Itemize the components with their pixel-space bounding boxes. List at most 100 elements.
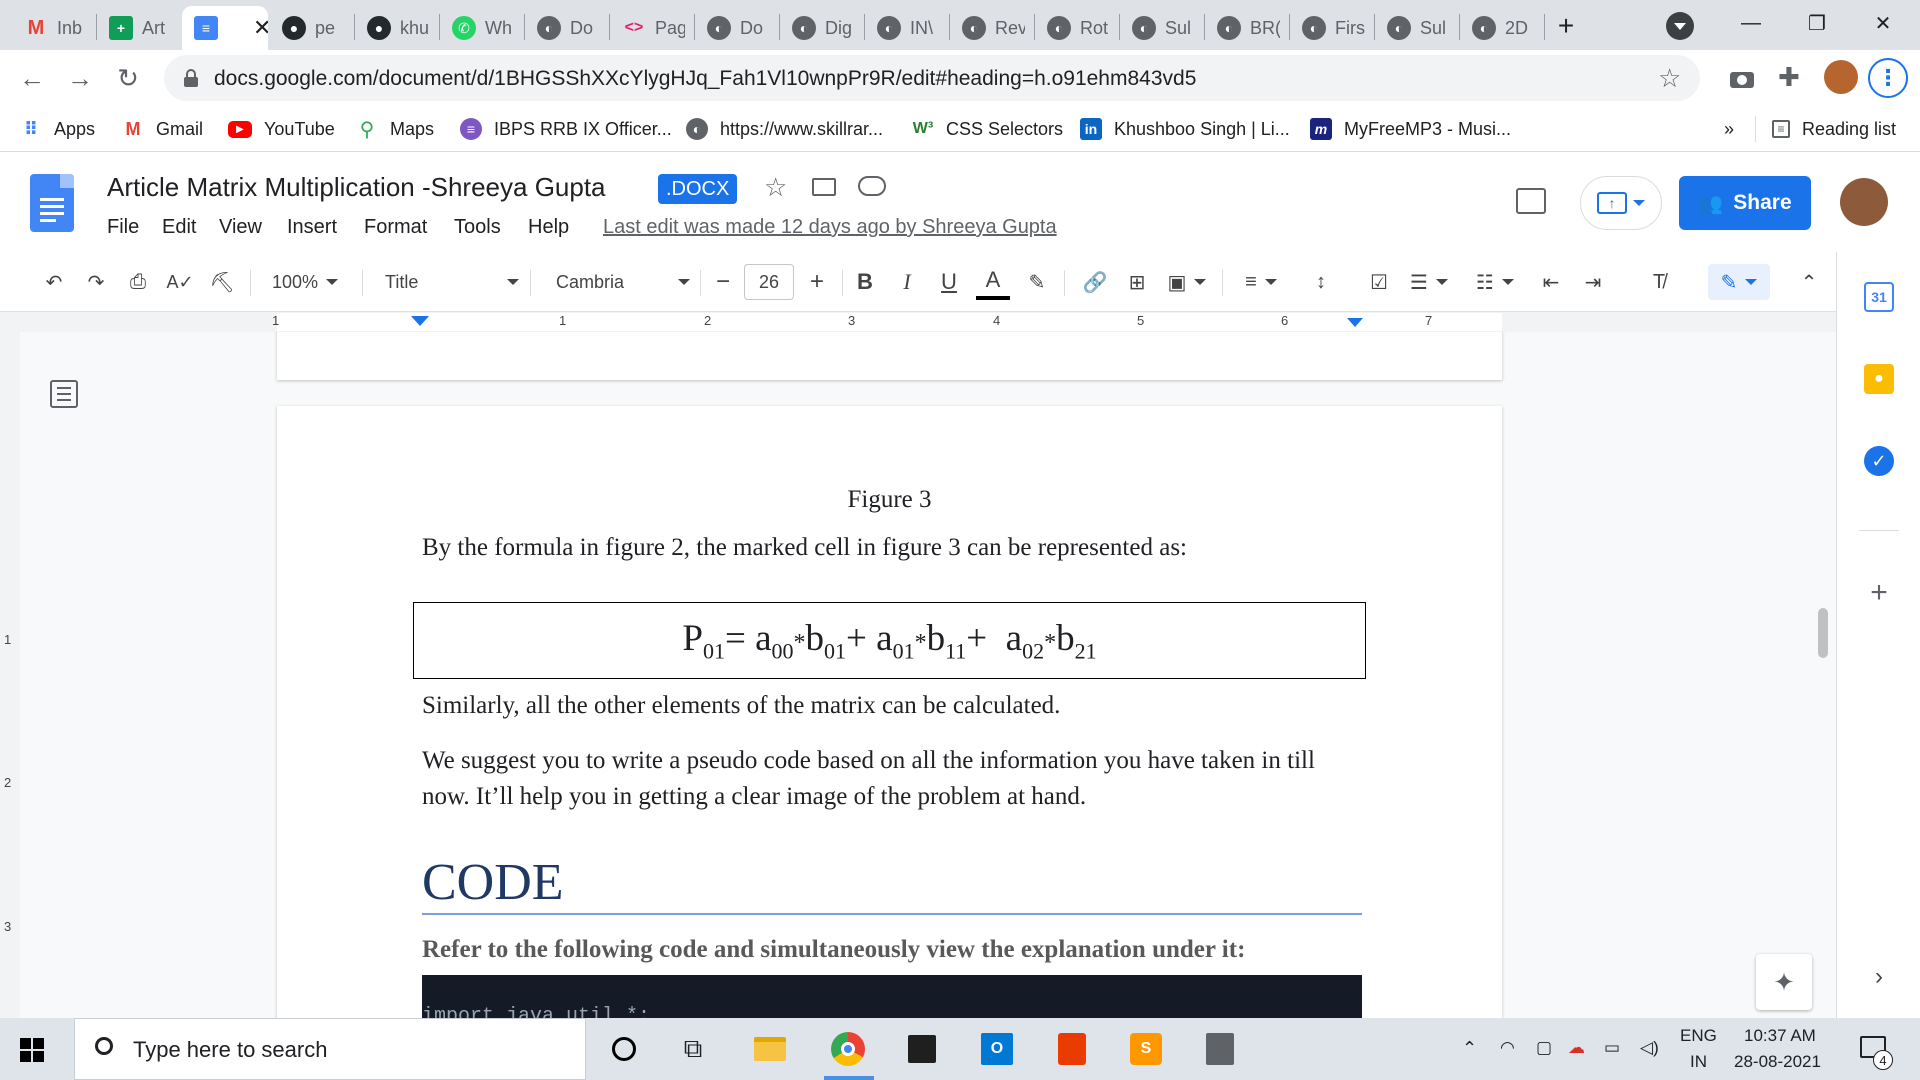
chrome-taskbar-icon[interactable] bbox=[830, 1031, 866, 1067]
comments-icon[interactable] bbox=[1516, 188, 1546, 214]
last-edit-link[interactable]: Last edit was made 12 days ago by Shreey… bbox=[603, 216, 1057, 239]
menu-view[interactable]: View bbox=[219, 216, 262, 239]
document-outline-icon[interactable] bbox=[50, 380, 78, 408]
bookmark-myfreemp3[interactable]: m MyFreeMP3 - Musi... bbox=[1310, 106, 1511, 152]
share-button[interactable]: 👥 Share bbox=[1679, 176, 1811, 230]
highlight-icon[interactable]: ✎ bbox=[1020, 264, 1054, 300]
bookmark-skillrack[interactable]: ◐ https://www.skillrar... bbox=[686, 106, 883, 152]
tab-site[interactable]: ◐ 2D bbox=[1460, 6, 1544, 50]
input-region[interactable]: IN bbox=[1690, 1052, 1707, 1072]
expand-panel-icon[interactable]: › bbox=[1864, 962, 1894, 992]
link-icon[interactable]: 🔗 bbox=[1078, 264, 1112, 300]
battery-icon[interactable]: ▭ bbox=[1604, 1038, 1620, 1058]
decrease-indent-icon[interactable]: ⇤ bbox=[1534, 264, 1568, 300]
clock-date[interactable]: 28-08-2021 bbox=[1734, 1052, 1821, 1072]
document-title[interactable]: Article Matrix Multiplication -Shreeya G… bbox=[107, 172, 606, 203]
tab-site[interactable]: ◐ Dig bbox=[780, 6, 864, 50]
tab-github-1[interactable]: ● pe bbox=[270, 6, 354, 50]
bold-button[interactable]: B bbox=[848, 264, 882, 300]
task-view-icon[interactable]: ⧉ bbox=[675, 1031, 711, 1067]
account-avatar[interactable] bbox=[1840, 178, 1888, 226]
office-icon[interactable] bbox=[1054, 1031, 1090, 1067]
star-icon[interactable]: ☆ bbox=[764, 172, 787, 203]
camera-icon[interactable] bbox=[1728, 64, 1756, 92]
line-spacing-icon[interactable]: ↕ bbox=[1304, 264, 1338, 300]
font-select[interactable]: Cambria bbox=[556, 264, 690, 300]
clock-time[interactable]: 10:37 AM bbox=[1744, 1026, 1816, 1046]
underline-button[interactable]: U bbox=[932, 264, 966, 300]
zoom-select[interactable]: 100% bbox=[272, 264, 352, 300]
extensions-icon[interactable]: ✚ bbox=[1778, 62, 1800, 93]
tab-site[interactable]: ◐ Do bbox=[695, 6, 779, 50]
tab-github-2[interactable]: ● khu bbox=[355, 6, 439, 50]
bookmark-gmail[interactable]: M Gmail bbox=[122, 106, 204, 152]
hide-menus-icon[interactable]: ⌃ bbox=[1792, 264, 1826, 300]
calendar-icon[interactable]: 31 bbox=[1864, 282, 1894, 312]
increase-indent-icon[interactable]: ⇥ bbox=[1576, 264, 1610, 300]
outlook-icon[interactable]: O bbox=[979, 1031, 1015, 1067]
add-addon-icon[interactable]: + bbox=[1864, 576, 1894, 609]
document-page[interactable]: Figure 3 By the formula in figure 2, the… bbox=[277, 406, 1502, 1018]
docs-logo-icon[interactable] bbox=[30, 174, 74, 232]
forward-button[interactable]: → bbox=[62, 60, 98, 96]
taskbar-search-input[interactable]: Type here to search bbox=[74, 1018, 586, 1080]
menu-insert[interactable]: Insert bbox=[287, 216, 337, 239]
tasks-icon[interactable]: ✓ bbox=[1864, 446, 1894, 476]
cortana-icon[interactable] bbox=[606, 1031, 642, 1067]
minimize-button[interactable]: — bbox=[1718, 0, 1784, 46]
tab-docs-active[interactable]: ≡ ✕ bbox=[182, 6, 268, 50]
tab-site[interactable]: ◐ IN\ bbox=[865, 6, 949, 50]
keep-icon[interactable]: ● bbox=[1864, 364, 1894, 394]
bulleted-list-icon[interactable]: ☰ bbox=[1404, 264, 1454, 300]
redo-icon[interactable]: ↷ bbox=[80, 264, 112, 300]
paint-format-icon[interactable]: ⛏ bbox=[206, 264, 238, 300]
move-folder-icon[interactable] bbox=[812, 178, 836, 196]
close-tab-icon[interactable]: ✕ bbox=[253, 15, 268, 41]
bookmark-css-selectors[interactable]: W³ CSS Selectors bbox=[912, 106, 1063, 152]
menu-format[interactable]: Format bbox=[364, 216, 427, 239]
bookmark-star-icon[interactable]: ☆ bbox=[1658, 63, 1681, 94]
close-window-button[interactable]: ✕ bbox=[1850, 0, 1916, 46]
profile-avatar[interactable] bbox=[1824, 60, 1858, 94]
tab-sheets[interactable]: + Art bbox=[97, 6, 181, 50]
tab-site[interactable]: <> Pag bbox=[610, 6, 694, 50]
sublime-text-icon[interactable]: S bbox=[1128, 1031, 1164, 1067]
file-explorer-icon[interactable] bbox=[752, 1031, 788, 1067]
tray-overflow-icon[interactable]: ⌃ bbox=[1462, 1038, 1477, 1059]
input-language[interactable]: ENG bbox=[1680, 1026, 1717, 1046]
clear-formatting-icon[interactable]: T̸ bbox=[1642, 264, 1676, 300]
tab-gmail[interactable]: M Inb bbox=[12, 6, 96, 50]
left-indent-marker[interactable] bbox=[411, 316, 429, 326]
undo-icon[interactable]: ↶ bbox=[38, 264, 70, 300]
volume-icon[interactable]: ◁) bbox=[1640, 1038, 1659, 1058]
print-icon[interactable]: ⎙ bbox=[122, 264, 154, 300]
tab-site[interactable]: ◐ Rev bbox=[950, 6, 1034, 50]
wifi-icon[interactable]: ◠ bbox=[1500, 1038, 1515, 1058]
reload-button[interactable]: ↻ bbox=[110, 60, 146, 96]
menu-tools[interactable]: Tools bbox=[454, 216, 501, 239]
bookmark-ibps[interactable]: ≡ IBPS RRB IX Officer... bbox=[460, 106, 672, 152]
editing-mode-button[interactable]: ✎ bbox=[1708, 264, 1770, 300]
align-icon[interactable]: ≡ bbox=[1236, 264, 1286, 300]
back-button[interactable]: ← bbox=[14, 60, 50, 96]
decrease-font-size-button[interactable]: − bbox=[706, 264, 740, 300]
tab-whatsapp[interactable]: ✆ Wh bbox=[440, 6, 524, 50]
bookmark-maps[interactable]: ⚲ Maps bbox=[356, 106, 434, 152]
tab-site[interactable]: ◐ Sul bbox=[1375, 6, 1459, 50]
restore-button[interactable]: ❐ bbox=[1784, 0, 1850, 46]
tab-site[interactable]: ◐ Rot bbox=[1035, 6, 1119, 50]
style-select[interactable]: Title bbox=[385, 264, 519, 300]
menu-help[interactable]: Help bbox=[528, 216, 569, 239]
tab-search-icon[interactable] bbox=[1666, 12, 1694, 40]
explore-button[interactable]: ✦ bbox=[1756, 954, 1812, 1010]
more-bookmarks-button[interactable]: » bbox=[1724, 106, 1734, 152]
italic-button[interactable]: I bbox=[890, 264, 924, 300]
tab-site[interactable]: ◐ BR( bbox=[1205, 6, 1289, 50]
increase-font-size-button[interactable]: + bbox=[800, 264, 834, 300]
present-button[interactable]: ↑ bbox=[1580, 176, 1662, 230]
new-tab-button[interactable]: + bbox=[1548, 8, 1584, 44]
reading-list-button[interactable]: ≡ Reading list bbox=[1772, 106, 1896, 152]
menu-file[interactable]: File bbox=[107, 216, 139, 239]
add-comment-icon[interactable]: ⊞ bbox=[1120, 264, 1154, 300]
font-size-input[interactable]: 26 bbox=[744, 264, 794, 300]
